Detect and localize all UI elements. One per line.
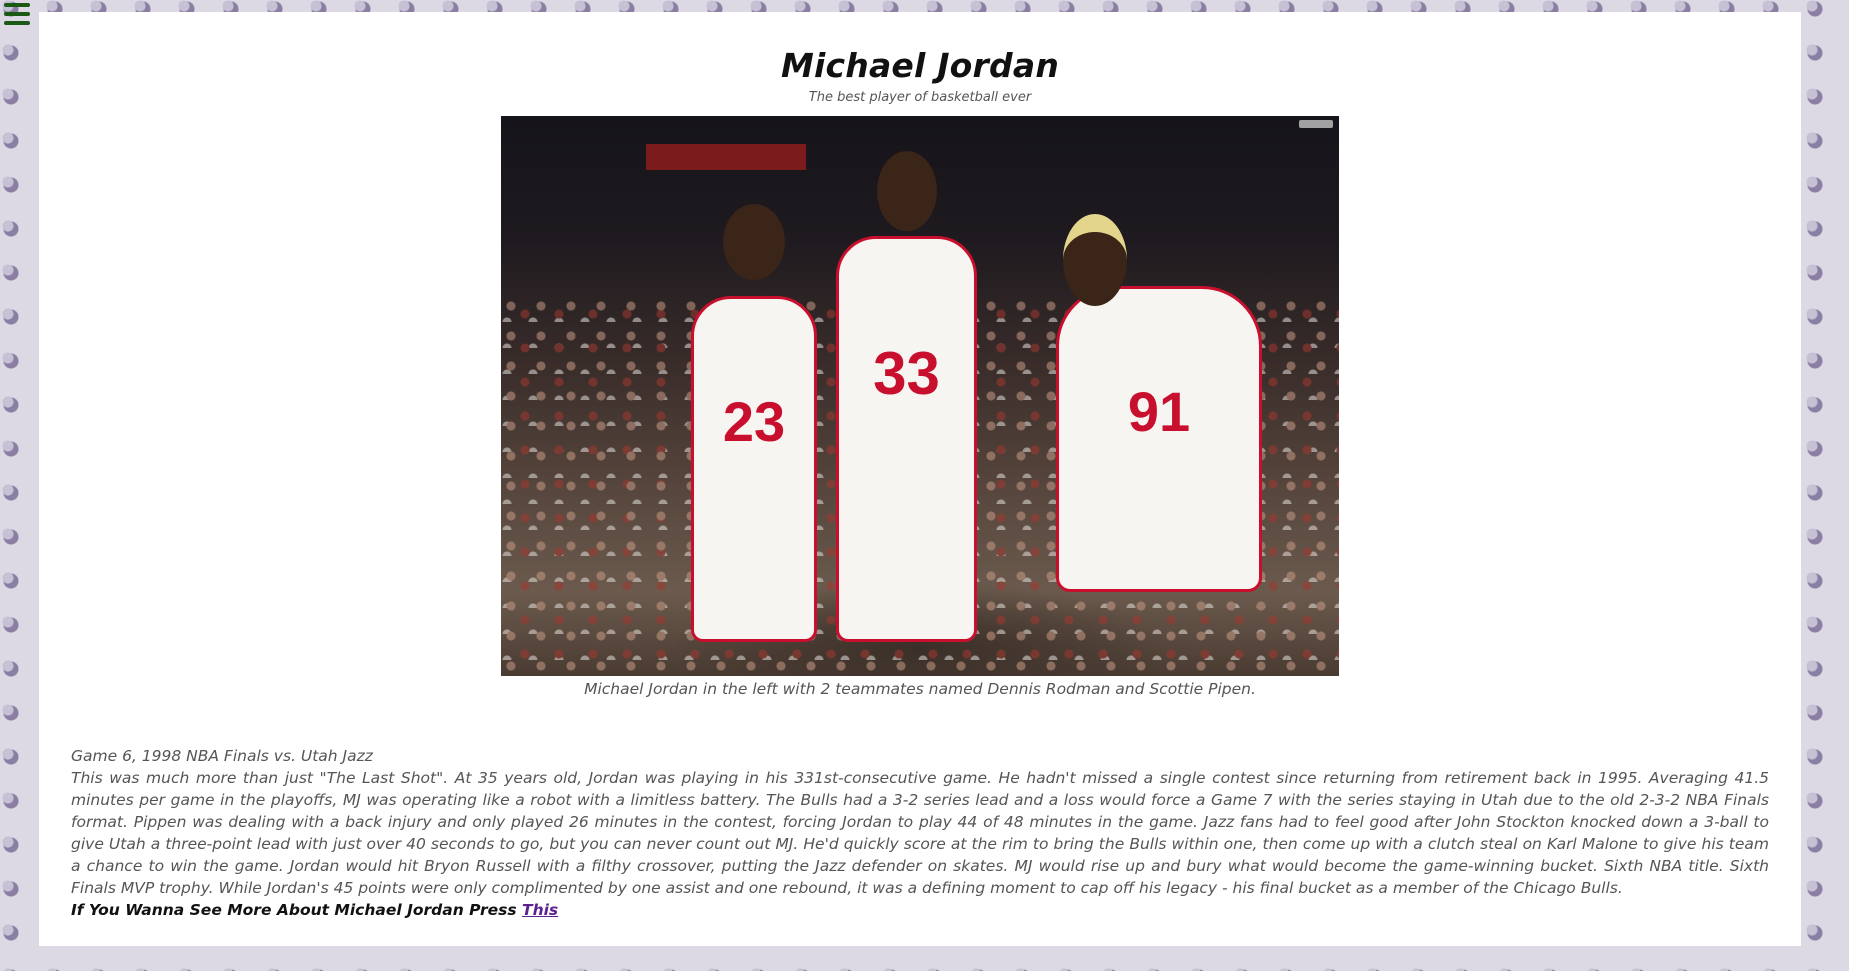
page-title: Michael Jordan: [780, 46, 1060, 85]
jersey-number: 33: [873, 340, 940, 407]
menu-bar-middle: [4, 12, 30, 16]
team-photo: 23 33 91: [501, 116, 1339, 676]
jersey-number: 91: [1127, 380, 1191, 443]
menu-bar-bottom: [4, 21, 30, 25]
player-rodman: 91: [1056, 214, 1262, 592]
player-head: [876, 151, 937, 231]
page-subtitle: The best player of basketball ever: [808, 90, 1032, 105]
photo-caption: Michael Jordan in the left with 2 teamma…: [584, 680, 1256, 698]
content-panel: Michael Jordan The best player of basket…: [39, 12, 1801, 946]
player-head: [723, 204, 785, 280]
photo-watermark: [1299, 120, 1333, 128]
cta-text: If You Wanna See More About Michael Jord…: [71, 901, 523, 919]
menu-bar-top: [4, 3, 30, 7]
hamburger-menu-icon[interactable]: [4, 3, 30, 25]
more-info-link[interactable]: This: [522, 901, 558, 919]
player-pippen: 33: [836, 151, 977, 642]
article-body: This was much more than just "The Last S…: [71, 769, 1769, 897]
jersey-number: 23: [722, 390, 786, 453]
player-jordan: 23: [691, 204, 817, 642]
arena-banner: [646, 144, 806, 170]
call-to-action: If You Wanna See More About Michael Jord…: [71, 899, 1769, 921]
article-heading: Game 6, 1998 NBA Finals vs. Utah Jazz: [71, 747, 373, 765]
player-head: [1063, 214, 1127, 306]
article: Game 6, 1998 NBA Finals vs. Utah Jazz Th…: [71, 745, 1769, 921]
